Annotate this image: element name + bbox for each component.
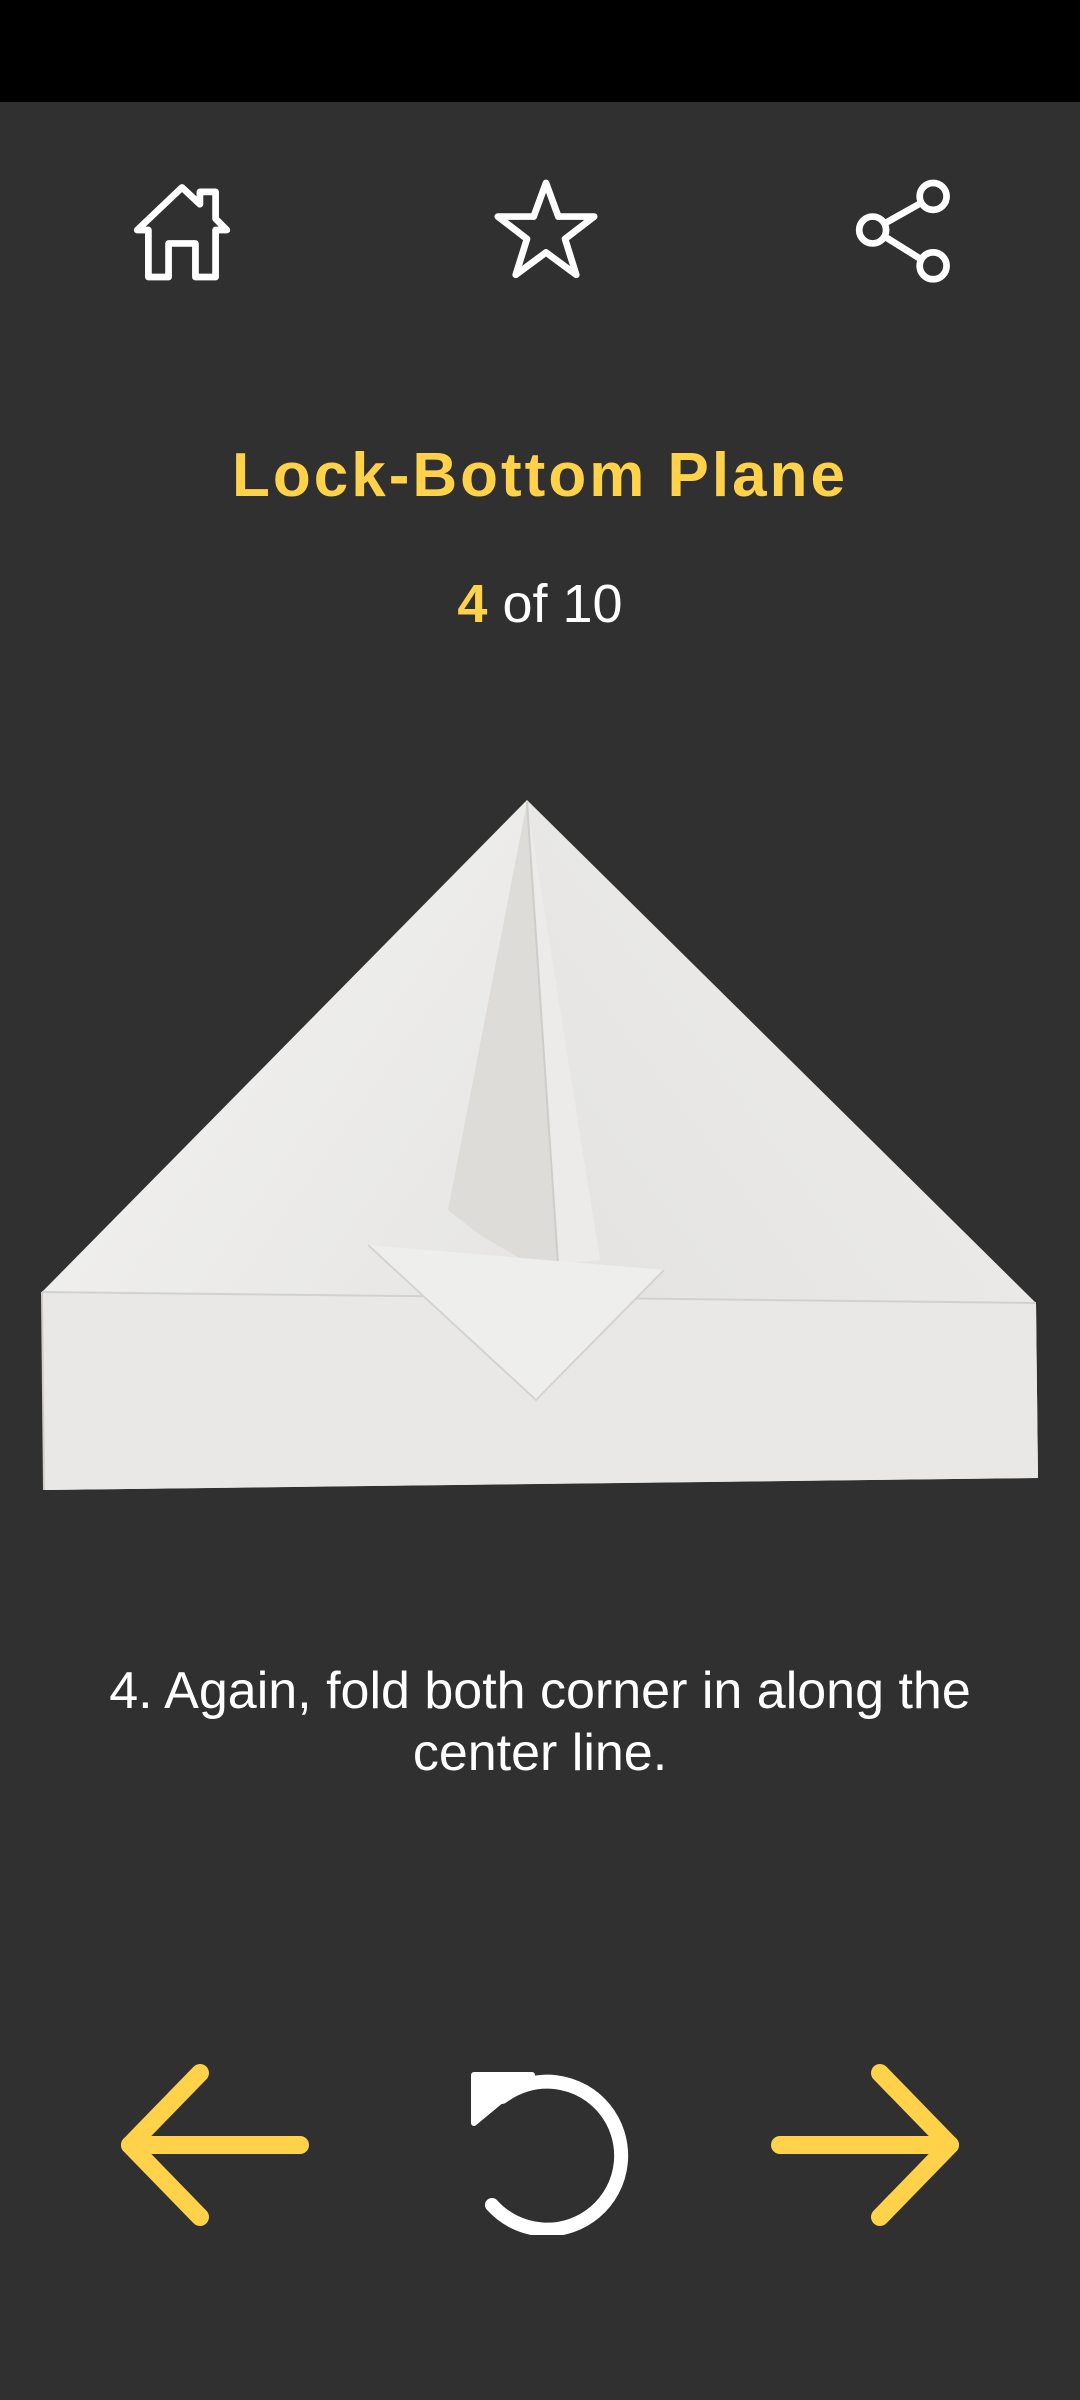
plane-title: Lock-Bottom Plane <box>232 441 848 510</box>
total-steps: of 10 <box>487 574 623 634</box>
fold-illustration <box>0 780 1080 1520</box>
share-button[interactable] <box>844 170 964 290</box>
previous-step-button[interactable] <box>100 2050 320 2240</box>
home-button[interactable] <box>122 170 242 290</box>
current-step: 4 <box>457 574 488 634</box>
arrow-right-icon <box>771 2064 959 2226</box>
status-bar <box>0 0 1080 102</box>
star-icon <box>494 179 598 279</box>
next-step-button[interactable] <box>760 2050 980 2240</box>
home-icon <box>133 184 231 281</box>
arrow-left-icon <box>121 2064 309 2226</box>
step-instruction: 4. Again, fold both corner in along the … <box>109 1662 971 1782</box>
share-icon <box>855 179 950 283</box>
replay-button[interactable] <box>430 2050 650 2240</box>
step-counter: 4 of 10 <box>0 573 1080 635</box>
favorite-button[interactable] <box>486 170 606 290</box>
replay-icon <box>471 2072 629 2235</box>
